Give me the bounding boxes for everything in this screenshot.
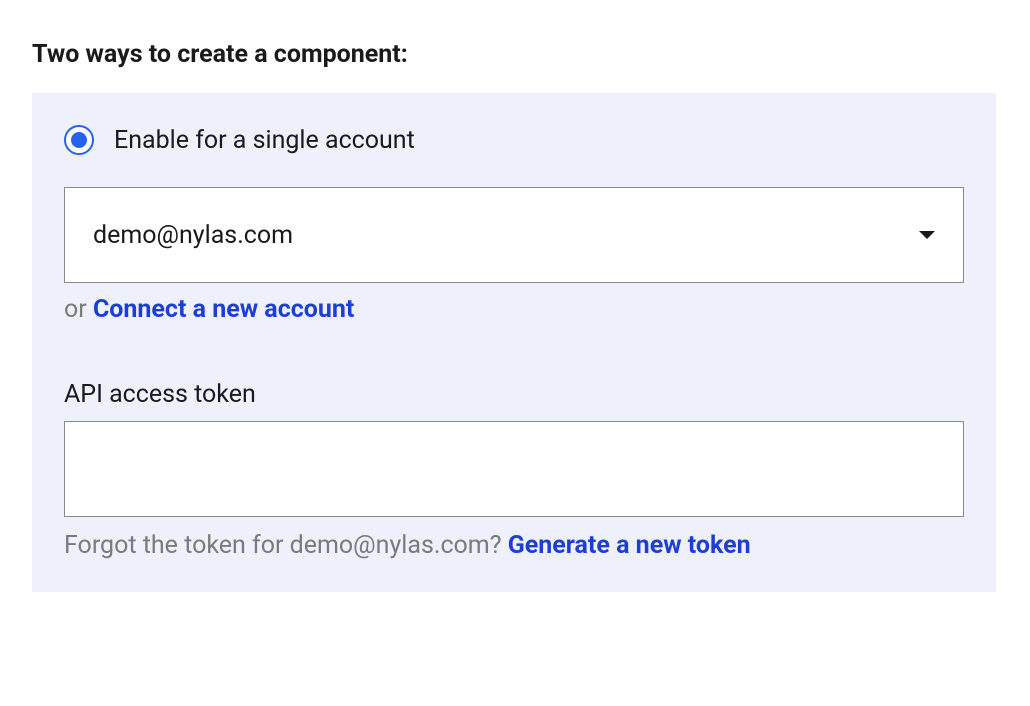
api-token-label: API access token bbox=[64, 380, 964, 409]
api-token-input[interactable] bbox=[64, 421, 964, 517]
create-component-panel: Enable for a single account demo@nylas.c… bbox=[32, 93, 996, 592]
radio-selected-icon bbox=[71, 132, 87, 148]
forgot-token-row: Forgot the token for demo@nylas.com? Gen… bbox=[64, 531, 964, 560]
enable-single-account-option[interactable]: Enable for a single account bbox=[64, 125, 964, 155]
account-select-value: demo@nylas.com bbox=[93, 221, 293, 250]
connect-new-account-link[interactable]: Connect a new account bbox=[93, 295, 354, 324]
chevron-down-icon bbox=[919, 231, 935, 239]
forgot-prefix: Forgot the token for demo@nylas.com? bbox=[64, 531, 508, 560]
connect-prefix: or bbox=[64, 295, 93, 324]
page-title: Two ways to create a component: bbox=[32, 40, 998, 69]
radio-label: Enable for a single account bbox=[114, 126, 415, 155]
generate-new-token-link[interactable]: Generate a new token bbox=[508, 531, 751, 560]
account-select[interactable]: demo@nylas.com bbox=[64, 187, 964, 283]
connect-account-row: or Connect a new account bbox=[64, 295, 964, 324]
radio-button[interactable] bbox=[64, 125, 94, 155]
